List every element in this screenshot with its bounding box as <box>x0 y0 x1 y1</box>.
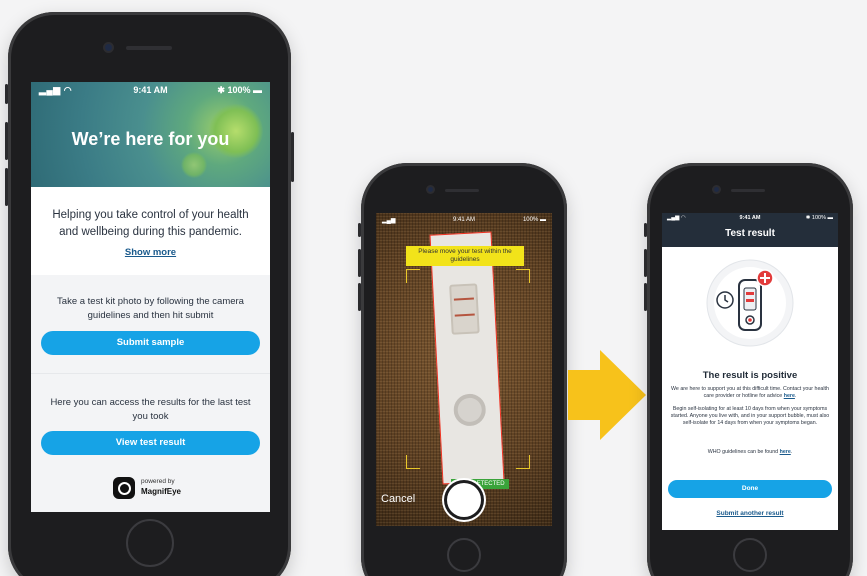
guide-message: Please move your test within the guideli… <box>406 246 524 266</box>
clock-icon <box>716 291 734 309</box>
volume-down-button <box>5 168 8 206</box>
sample-well <box>452 393 487 427</box>
powered-by-logo: powered by MagnifEye <box>113 474 203 504</box>
phone-home: ▂▄▆ ◠ 9:41 AM ✱ 100% ▬ We’re here for yo… <box>5 12 294 576</box>
volume-up-button <box>644 249 647 277</box>
support-link[interactable]: here <box>784 393 795 399</box>
mute-switch <box>644 223 647 237</box>
phone-camera: ▂▄▆ 9:41 AM 100% ▬ Please move your test… <box>358 163 567 576</box>
camera-screen: ▂▄▆ 9:41 AM 100% ▬ Please move your test… <box>376 213 552 526</box>
battery-status: 100% ▬ <box>522 217 546 223</box>
intro-section: Helping you take control of your health … <box>31 187 270 275</box>
mute-switch <box>5 84 8 104</box>
done-button[interactable]: Done <box>668 480 832 498</box>
status-bar: ▂▄▆ ◠ 9:41 AM ✱ 100% ▬ <box>31 82 270 98</box>
test-cassette <box>429 231 505 485</box>
home-screen: ▂▄▆ ◠ 9:41 AM ✱ 100% ▬ We’re here for yo… <box>31 82 270 512</box>
results-section: Here you can access the results for the … <box>31 373 270 469</box>
submit-another-link[interactable]: Submit another result <box>662 510 838 517</box>
home-button[interactable] <box>447 538 481 572</box>
intro-text: Helping you take control of your health … <box>52 209 249 238</box>
volume-up-button <box>358 249 361 277</box>
who-text: WHO guidelines can be found <box>707 449 779 455</box>
isolate-text: Begin self-isolating for at least 10 day… <box>670 406 830 426</box>
shutter-button[interactable] <box>447 483 481 517</box>
guide-corner-tr <box>516 269 530 283</box>
submit-section-text: Take a test kit photo by following the c… <box>57 296 244 321</box>
volume-up-button <box>5 122 8 160</box>
virus-illustration <box>181 152 207 178</box>
front-camera <box>714 187 719 192</box>
front-camera <box>105 44 112 51</box>
speaker <box>445 189 479 192</box>
support-text: We are here to support you at this diffi… <box>671 386 829 399</box>
home-button[interactable] <box>126 519 174 567</box>
arrow-right-icon <box>568 350 646 440</box>
hero-title: We’re here for you <box>71 129 230 149</box>
page-title: Test result <box>725 228 775 239</box>
submit-sample-button[interactable]: Submit sample <box>41 331 260 355</box>
speaker <box>126 46 172 50</box>
status-bar: ▂▄▆ 9:41 AM 100% ▬ <box>376 216 552 228</box>
battery-status: ✱ 100% ▬ <box>805 215 833 221</box>
bluetooth-icon: ✱ <box>217 85 228 95</box>
battery-status: ✱ 100% ▬ <box>217 85 262 95</box>
guide-corner-tl <box>406 269 420 283</box>
front-camera <box>428 187 433 192</box>
brand-name: MagnifEye <box>141 487 182 496</box>
volume-down-button <box>644 283 647 311</box>
hero-banner: ▂▄▆ ◠ 9:41 AM ✱ 100% ▬ We’re here for yo… <box>31 82 270 187</box>
plus-icon <box>756 269 774 287</box>
powered-by-text: powered by <box>141 478 175 485</box>
result-window <box>449 283 480 335</box>
magnifeye-logo-icon <box>113 477 135 499</box>
support-paragraph: We are here to support you at this diffi… <box>671 386 829 399</box>
who-link[interactable]: here <box>780 449 791 455</box>
volume-down-button <box>358 283 361 311</box>
test-line <box>454 313 475 317</box>
result-heading: The result is positive <box>702 370 798 381</box>
submit-section: Take a test kit photo by following the c… <box>31 275 270 373</box>
header-bar: ▂▄▆ ◠ 9:41 AM ✱ 100% ▬ Test result <box>662 213 838 247</box>
phone-result: ▂▄▆ ◠ 9:41 AM ✱ 100% ▬ Test result The r… <box>644 163 853 576</box>
who-paragraph: WHO guidelines can be found here. <box>707 449 793 455</box>
view-test-result-button[interactable]: View test result <box>41 431 260 455</box>
status-bar: ▂▄▆ ◠ 9:41 AM ✱ 100% ▬ <box>662 215 838 225</box>
positive-test-illustration <box>706 259 794 347</box>
cancel-button[interactable]: Cancel <box>381 493 415 505</box>
mute-switch <box>358 223 361 237</box>
result-screen: ▂▄▆ ◠ 9:41 AM ✱ 100% ▬ Test result The r… <box>662 213 838 530</box>
home-button[interactable] <box>733 538 767 572</box>
control-line <box>453 297 474 301</box>
results-section-text: Here you can access the results for the … <box>50 397 251 422</box>
show-more-link[interactable]: Show more <box>31 247 270 258</box>
guide-corner-bl <box>406 455 420 469</box>
speaker <box>731 189 765 192</box>
power-button <box>291 132 294 182</box>
guide-corner-br <box>516 455 530 469</box>
